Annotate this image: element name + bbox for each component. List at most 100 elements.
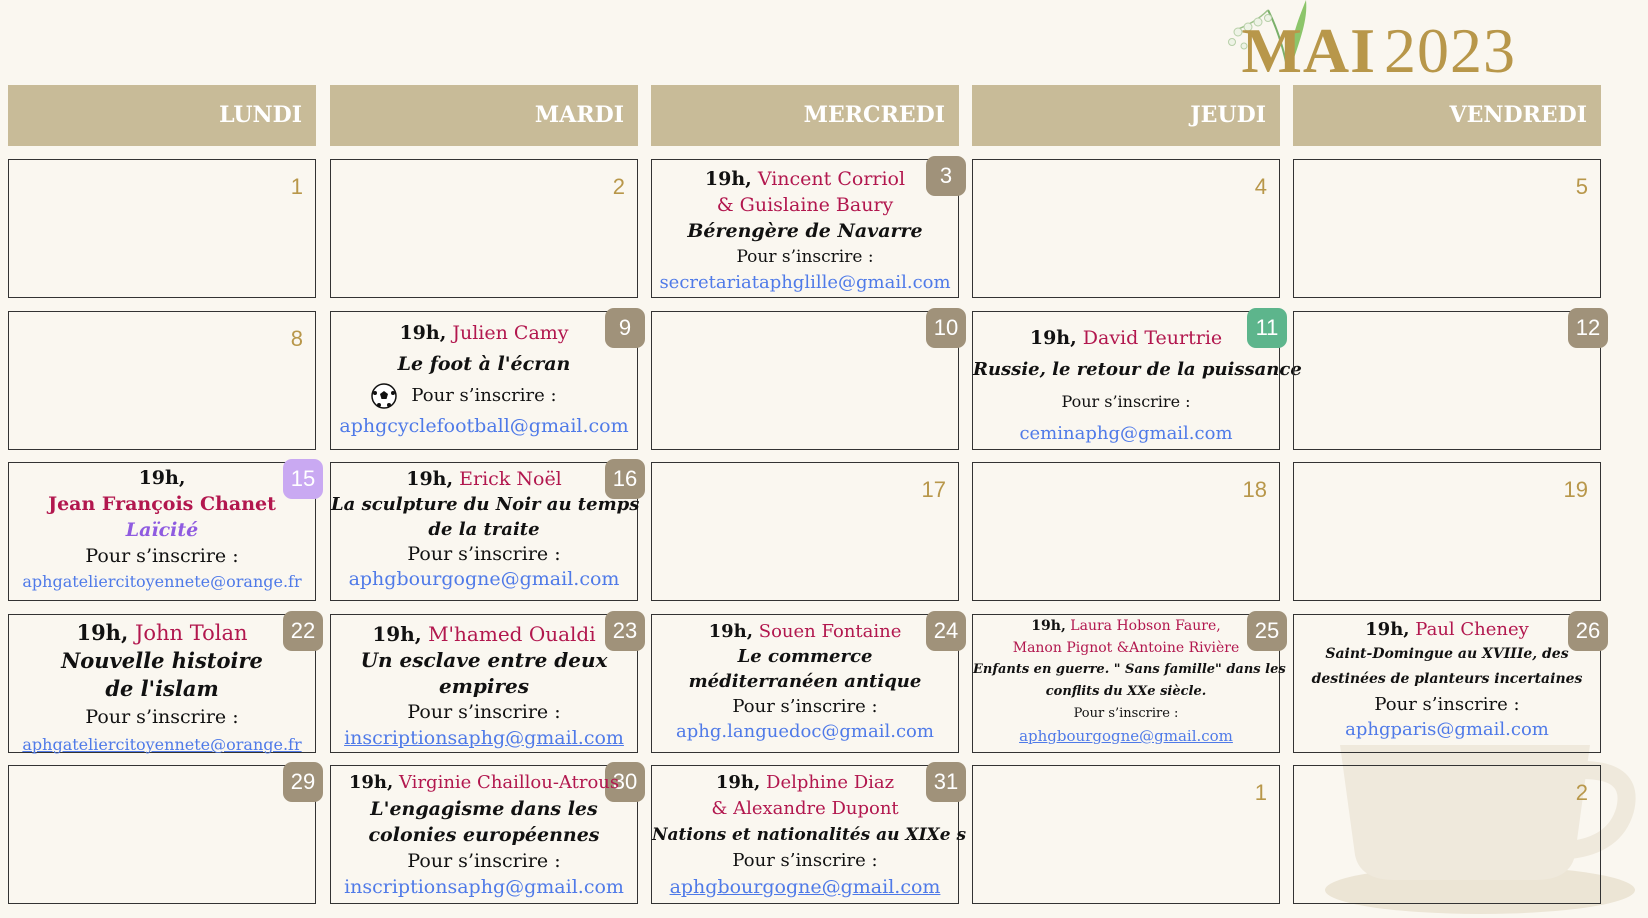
event-title: méditerranéen antique <box>688 671 922 692</box>
register-label: Pour s’inscrire : <box>85 545 239 567</box>
event-title: empires <box>439 674 529 698</box>
day-cell: 10 <box>651 308 966 450</box>
football-icon <box>371 383 398 409</box>
event-speaker: Laura Hobson Faure, <box>1070 618 1221 634</box>
register-label: Pour s’inscrire : <box>736 247 874 267</box>
event-title: Bérengère de Navarre <box>687 220 923 242</box>
event-time: 19h, <box>372 622 422 646</box>
day-number-badge: 12 <box>1568 308 1608 348</box>
event-title: Le foot à l'écran <box>397 353 571 375</box>
event-title: L'engagisme dans les <box>370 798 598 820</box>
email-link[interactable]: aphgateliercitoyennete@orange.fr <box>9 731 315 759</box>
register-label: Pour s’inscrire : <box>732 850 878 871</box>
day-number: 2 <box>1575 780 1588 805</box>
day-cell: 29 <box>8 762 323 904</box>
register-label: Pour s’inscrire : <box>411 385 557 406</box>
weekday-header-lundi: LUNDI <box>8 85 316 146</box>
event-time: 19h, <box>1365 619 1410 640</box>
event-title: Un esclave entre deux <box>360 648 608 672</box>
email-link[interactable]: inscriptionsaphg@gmail.com <box>331 725 637 751</box>
event-title: Nouvelle histoire <box>61 648 263 673</box>
event-speaker: Paul Cheney <box>1415 619 1529 640</box>
event-title: Laïcité <box>125 519 199 541</box>
weekday-header-jeudi: JEUDI <box>972 85 1280 146</box>
register-label: Pour s’inscrire : <box>1374 694 1520 715</box>
event-title: Enfants en guerre. " Sans famille" dans … <box>973 662 1286 677</box>
email-link[interactable]: aphgbourgogne@gmail.com <box>652 874 958 900</box>
event-speaker: Erick Noël <box>459 468 562 490</box>
day-number: 4 <box>1254 174 1267 199</box>
email-link[interactable]: ceminaphg@gmail.com <box>973 418 1279 450</box>
year-label: 2023 <box>1384 15 1516 86</box>
day-cell: 1 <box>972 765 1280 904</box>
event-time: 19h, <box>708 621 754 642</box>
event-time: 19h, <box>348 772 394 793</box>
day-cell: 23 19h, M'hamed Oualdi Un esclave entre … <box>330 611 645 753</box>
event-speaker: Manon Pignot &Antoine Rivière <box>1012 640 1240 656</box>
day-cell: 16 19h, Erick Noël La sculpture du Noir … <box>330 459 645 601</box>
day-cell: 15 19h, Jean François Chanet Laïcité Pou… <box>8 459 323 601</box>
register-label: Pour s’inscrire : <box>85 706 239 728</box>
day-number: 17 <box>921 477 946 502</box>
day-cell: 4 <box>972 159 1280 298</box>
day-cell: 5 <box>1293 159 1601 298</box>
day-number: 1 <box>290 174 303 199</box>
email-link[interactable]: aphg.languedoc@gmail.com <box>652 719 958 744</box>
event-speaker: Jean François Chanet <box>48 493 276 515</box>
email-link[interactable]: aphgateliercitoyennete@orange.fr <box>9 569 315 595</box>
day-cell: 17 <box>651 462 959 601</box>
email-link[interactable]: aphgbourgogne@gmail.com <box>973 725 1279 747</box>
register-label: Pour s’inscrire : <box>407 850 561 872</box>
month-label: MAI <box>1241 15 1376 86</box>
event-time: 19h, <box>399 322 447 344</box>
email-link[interactable]: secretariataphglille@gmail.com <box>652 270 958 296</box>
email-link[interactable]: aphgcyclefootball@gmail.com <box>331 411 637 442</box>
register-label: Pour s’inscrire : <box>732 696 878 717</box>
day-cell: 2 <box>1293 765 1601 904</box>
day-number: 1 <box>1254 780 1267 805</box>
event-time: 19h, <box>715 772 761 793</box>
event-speaker: Delphine Diaz <box>766 772 895 793</box>
event-time: 19h, <box>138 467 186 489</box>
register-label: Pour s’inscrire : <box>1061 392 1191 411</box>
day-cell: 11 19h, David Teurtrie Russie, le retour… <box>972 308 1302 450</box>
event-title: Russie, le retour de la puissance <box>973 359 1302 380</box>
email-link[interactable]: aphgparis@gmail.com <box>1294 717 1600 742</box>
register-label: Pour s’inscrire : <box>407 543 561 565</box>
event-speaker: Vincent Corriol <box>757 168 906 190</box>
event-title: colonies européennes <box>368 824 600 846</box>
day-cell: 9 19h, Julien Camy Le foot à l'écran Pou… <box>330 308 645 450</box>
day-cell: 2 <box>330 159 638 298</box>
email-link[interactable]: aphgbourgogne@gmail.com <box>331 567 637 592</box>
weekday-header-mercredi: MERCREDI <box>651 85 959 146</box>
event-title: de l'islam <box>105 676 219 701</box>
day-cell: 26 19h, Paul Cheney Saint-Domingue au XV… <box>1293 611 1608 753</box>
day-number-badge: 29 <box>283 762 323 802</box>
event-title: conflits du XXe siècle. <box>1045 684 1207 699</box>
calendar-title: MAI 2023 <box>1241 14 1516 88</box>
day-number: 2 <box>612 174 625 199</box>
event-title: Saint-Domingue au XVIIIe, des <box>1325 646 1569 662</box>
day-number-badge: 10 <box>926 308 966 348</box>
event-time: 19h, <box>1029 327 1077 349</box>
event-title: Le commerce <box>737 646 873 667</box>
day-cell: 19 <box>1293 462 1601 601</box>
day-cell: 31 19h, Delphine Diaz & Alexandre Dupont… <box>651 762 967 904</box>
day-cell: 12 <box>1293 308 1608 450</box>
weekday-header-mardi: MARDI <box>330 85 638 146</box>
event-time: 19h, <box>1031 618 1066 634</box>
event-time: 19h, <box>406 468 454 490</box>
event-speaker: M'hamed Oualdi <box>428 622 596 646</box>
day-cell: 24 19h, Souen Fontaine Le commerce médit… <box>651 611 966 753</box>
day-number: 19 <box>1563 477 1588 502</box>
day-cell: 8 <box>8 311 316 450</box>
event-time: 19h, <box>704 168 752 190</box>
email-link[interactable]: inscriptionsaphg@gmail.com <box>331 874 637 900</box>
event-title: Nations et nationalités au XIXe s <box>652 825 967 845</box>
event-speaker: John Tolan <box>134 621 248 645</box>
day-number: 8 <box>290 326 303 351</box>
event-time: 19h, <box>76 620 129 645</box>
day-cell: 18 <box>972 462 1280 601</box>
register-label: Pour s’inscrire : <box>407 701 561 723</box>
event-speaker: Julien Camy <box>452 322 569 344</box>
